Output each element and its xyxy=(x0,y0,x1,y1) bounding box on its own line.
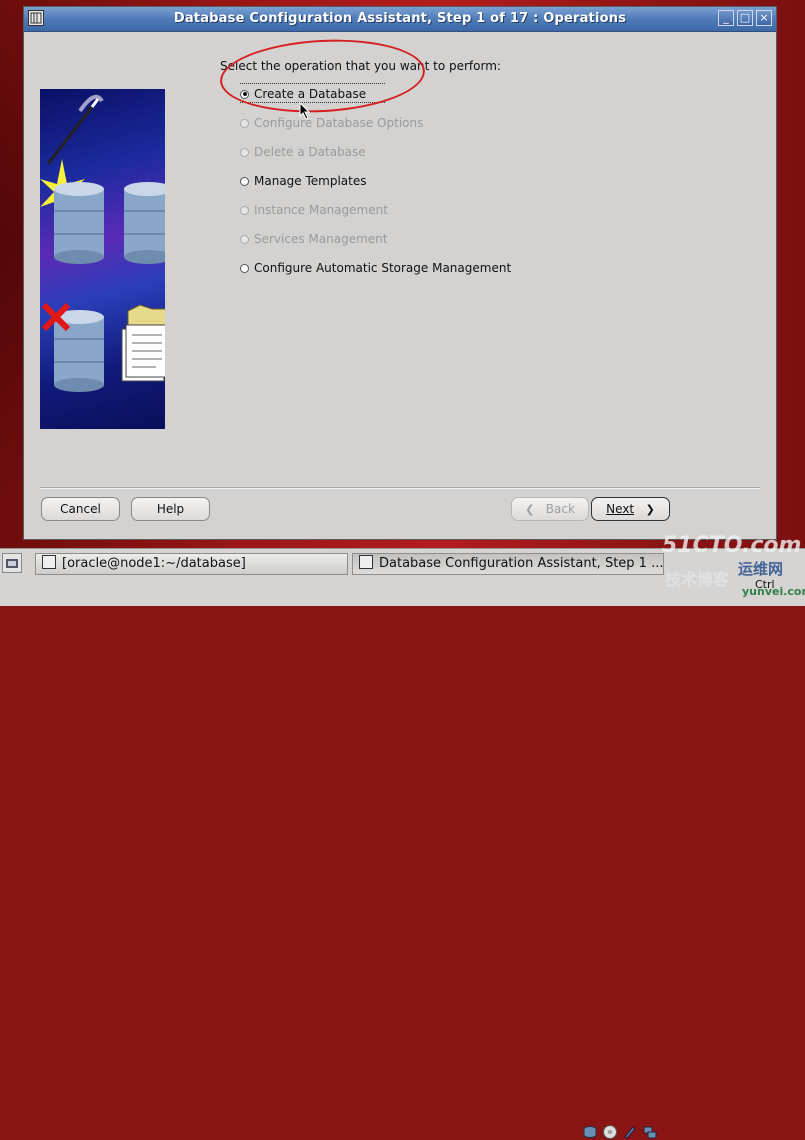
watermark-url: yunvei.com xyxy=(742,585,805,598)
pen-icon[interactable] xyxy=(622,1124,638,1140)
op-label: Configure Automatic Storage Management xyxy=(254,261,512,275)
watermark-51cto: 51CTO.com xyxy=(662,533,802,558)
window-title: Database Configuration Assistant, Step 1… xyxy=(173,11,627,26)
op-instance-management: Instance Management xyxy=(240,201,388,219)
op-label: Services Management xyxy=(254,232,388,246)
task-label: [oracle@node1:~/database] xyxy=(62,556,246,571)
red-annotation-circle xyxy=(218,34,427,118)
help-button[interactable]: Help xyxy=(131,497,210,521)
task-terminal[interactable]: [oracle@node1:~/database] xyxy=(35,553,348,575)
button-separator xyxy=(40,487,760,489)
radio-icon[interactable] xyxy=(240,263,249,273)
window-titlebar[interactable]: Database Configuration Assistant, Step 1… xyxy=(24,7,776,32)
network-icon[interactable] xyxy=(642,1124,658,1140)
cd-icon[interactable] xyxy=(602,1124,618,1140)
back-button: ❮ Back xyxy=(511,497,589,521)
next-label: Next xyxy=(606,502,635,516)
disk-icon[interactable] xyxy=(582,1124,598,1140)
wizard-illustration xyxy=(40,89,165,429)
database-operations-illustration xyxy=(40,94,165,392)
radio-icon xyxy=(240,234,249,244)
op-label: Manage Templates xyxy=(254,174,367,188)
next-button[interactable]: Next ❯ xyxy=(591,497,670,521)
task-label: Database Configuration Assistant, Step 1… xyxy=(379,556,664,571)
radio-icon xyxy=(240,118,249,128)
watermark-blog: 技术博客 xyxy=(665,570,730,589)
op-label: Configure Database Options xyxy=(254,116,424,130)
op-services-management: Services Management xyxy=(240,230,387,248)
watermark-yunwei: 运维网 xyxy=(738,560,784,578)
op-label: Delete a Database xyxy=(254,145,366,159)
dbca-task-icon xyxy=(359,555,373,569)
chevron-right-icon: ❯ xyxy=(645,503,655,516)
minimize-button[interactable]: _ xyxy=(718,10,734,26)
task-dbca[interactable]: Database Configuration Assistant, Step 1… xyxy=(352,553,664,575)
op-label: Instance Management xyxy=(254,203,388,217)
dbca-window: Database Configuration Assistant, Step 1… xyxy=(23,6,777,540)
close-button[interactable]: × xyxy=(756,10,772,26)
radio-icon[interactable] xyxy=(240,176,249,186)
op-configure-database-options: Configure Database Options xyxy=(240,114,423,132)
maximize-button[interactable]: □ xyxy=(737,10,753,26)
back-label: Back xyxy=(545,502,575,516)
chevron-left-icon: ❮ xyxy=(525,503,535,516)
terminal-icon xyxy=(42,555,56,569)
radio-icon xyxy=(240,147,249,157)
show-desktop-icon[interactable] xyxy=(2,553,22,573)
radio-icon xyxy=(240,205,249,215)
mouse-pointer-icon xyxy=(299,102,311,120)
cancel-button[interactable]: Cancel xyxy=(41,497,120,521)
op-configure-asm[interactable]: Configure Automatic Storage Management xyxy=(240,259,511,277)
op-delete-database: Delete a Database xyxy=(240,143,366,161)
op-manage-templates[interactable]: Manage Templates xyxy=(240,172,367,190)
